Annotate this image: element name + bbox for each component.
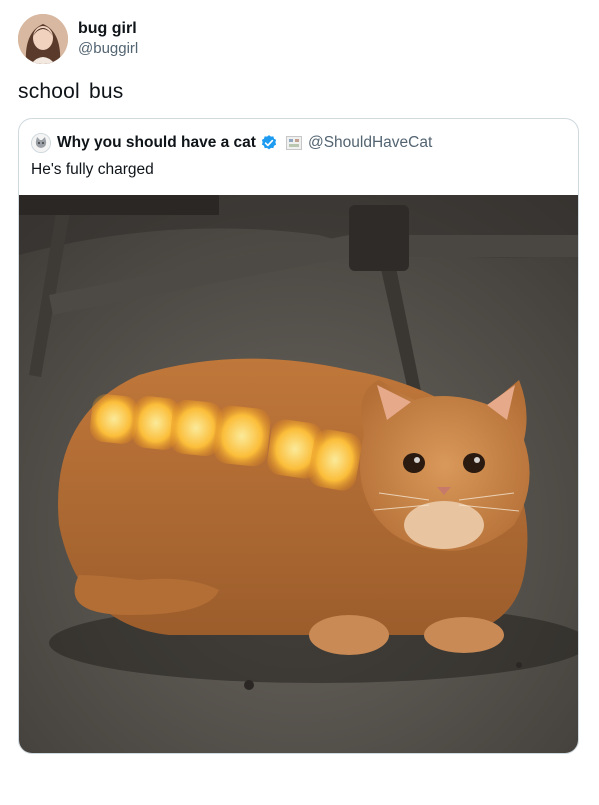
quoted-author-avatar[interactable]	[31, 133, 51, 153]
author-display-name[interactable]: bug girl	[78, 19, 138, 39]
author-handle[interactable]: @buggirl	[78, 39, 138, 59]
quoted-author-handle[interactable]: @ShouldHaveCat	[308, 134, 432, 152]
tweet-text: school bus	[18, 80, 124, 103]
tweet-header: bug girl @buggirl	[18, 14, 138, 64]
author-avatar[interactable]	[18, 14, 68, 64]
cat-photo[interactable]	[19, 195, 578, 753]
verified-badge-icon	[261, 135, 277, 150]
quoted-tweet-card[interactable]: Why you should have a cat @ShouldHaveCat…	[18, 118, 579, 754]
mini-flag-icon	[285, 136, 302, 150]
quoted-tweet-text: He's fully charged	[31, 161, 154, 178]
quoted-tweet-header: Why you should have a cat @ShouldHaveCat	[31, 133, 432, 153]
quoted-author-display-name[interactable]: Why you should have a cat	[57, 134, 256, 152]
